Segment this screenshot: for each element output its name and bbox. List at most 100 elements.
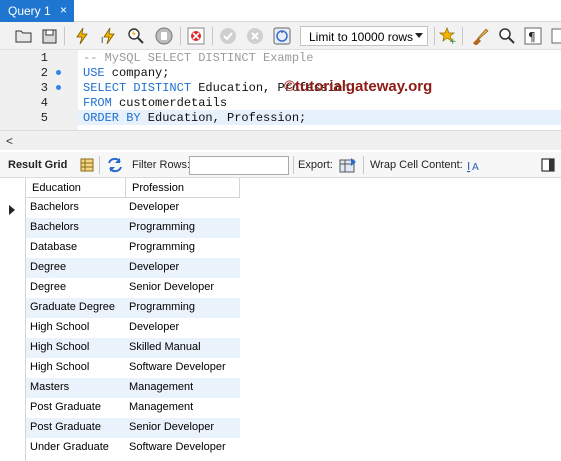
sql-text: customerdetails [111,96,228,110]
toggle-panel-icon[interactable] [539,156,557,174]
result-grid-tab[interactable]: Result Grid [8,159,67,171]
word-wrap-icon[interactable] [548,27,561,45]
svg-text:¶: ¶ [528,30,536,44]
table-row[interactable]: Bachelors Programming [26,218,240,238]
cell-profession: Developer [129,201,180,213]
current-row-arrow-icon [9,205,15,215]
cell-profession: Skilled Manual [129,341,201,353]
cell-profession: Programming [129,221,196,233]
toolbar-separator [363,156,364,174]
toggle-errors-icon[interactable] [187,27,205,45]
table-row[interactable]: Degree Developer [26,258,240,278]
cell-education: Masters [30,381,70,393]
sql-keyword: SELECT DISTINCT [83,81,192,95]
sql-text: Education, Profession; [140,111,307,125]
code-line-4: FROM customerdetails [83,96,227,110]
code-line-5: ORDER BY Education, Profession; [83,111,306,125]
open-folder-icon[interactable] [14,27,32,45]
cell-profession: Senior Developer [129,281,214,293]
table-row[interactable]: Database Programming [26,238,240,258]
toolbar-separator [434,27,435,45]
watermark-text: ©tutorialgateway.org [284,78,433,95]
column-header-profession[interactable]: Profession [126,178,240,198]
svg-text:I: I [467,160,470,173]
table-row[interactable]: Masters Management [26,378,240,398]
table-row[interactable]: Bachelors Developer [26,198,240,218]
grid-view-icon[interactable] [78,156,96,174]
cell-profession: Programming [129,241,196,253]
chevron-down-icon [415,33,423,38]
line-number-gutter: 1 2 3 4 5 [0,50,78,130]
table-row[interactable]: Degree Senior Developer [26,278,240,298]
autocommit-icon[interactable] [273,27,291,45]
sql-text: company; [104,66,170,80]
row-indicator-column [0,178,26,461]
tab-close-icon[interactable]: × [60,3,67,17]
cell-profession: Management [129,381,194,393]
code-line-2: USE company; [83,66,169,80]
cell-education: Database [30,241,78,253]
rollback-icon[interactable] [246,27,264,45]
column-header-education[interactable]: Education [26,178,126,198]
explain-icon[interactable] [127,27,145,45]
cell-profession: Developer [129,261,180,273]
cell-profession: Programming [129,301,196,313]
invisible-chars-icon[interactable]: ¶ [524,27,542,45]
filter-rows-label: Filter Rows: [132,159,191,171]
limit-rows-select[interactable]: Limit to 10000 rows [300,26,428,46]
sql-keyword: USE [83,66,105,80]
cell-education: Graduate Degree [30,301,115,313]
export-label: Export: [298,159,333,171]
line-number: 2 [40,66,48,80]
cell-education: Degree [30,281,67,293]
table-row[interactable]: Post Graduate Management [26,398,240,418]
result-grid: Education Profession Bachelors Developer … [0,178,561,461]
refresh-icon[interactable] [106,156,124,174]
execute-icon[interactable] [73,27,91,45]
cell-profession: Developer [129,321,180,333]
table-row[interactable]: Post Graduate Senior Developer [26,418,240,438]
tab-label: Query 1 [8,4,51,18]
toolbar-separator [64,27,65,45]
brush-icon[interactable] [471,27,489,45]
statement-marker-icon [56,70,61,75]
cell-profession: Senior Developer [129,421,214,433]
wrap-cell-icon[interactable]: IA [464,157,482,175]
tab-query-1[interactable]: Query 1 × [0,0,74,22]
wrap-cell-label: Wrap Cell Content: [370,159,463,171]
line-number: 1 [40,51,48,65]
scroll-left-icon[interactable]: < [6,134,13,148]
save-icon[interactable] [40,27,58,45]
toolbar-separator [99,156,100,174]
table-row[interactable]: High School Software Developer [26,358,240,378]
limit-rows-value: Limit to 10000 rows [309,30,414,44]
tab-bar: Query 1 × [0,0,561,22]
commit-icon[interactable] [219,27,237,45]
find-icon[interactable] [498,27,516,45]
editor-horizontal-scrollbar[interactable]: < [0,130,561,150]
sql-keyword: ORDER BY [83,111,141,125]
svg-text:I: I [101,36,103,45]
export-icon[interactable] [339,156,357,174]
cell-profession: Software Developer [129,361,226,373]
table-row[interactable]: High School Skilled Manual [26,338,240,358]
table-row[interactable]: Under Graduate Software Developer [26,438,240,458]
cell-profession: Software Developer [129,441,226,453]
result-toolbar: Result Grid Filter Rows: Export: Wrap Ce… [0,152,561,178]
cell-education: Bachelors [30,221,79,233]
table-row[interactable]: Graduate Degree Programming [26,298,240,318]
line-number: 4 [40,96,48,110]
cell-education: Under Graduate [30,441,109,453]
toolbar-separator [180,27,181,45]
cell-education: High School [30,341,90,353]
stop-icon[interactable] [155,27,173,45]
cell-education: High School [30,321,90,333]
filter-rows-input[interactable] [189,156,289,175]
svg-text:+: + [449,37,457,45]
table-row[interactable]: High School Developer [26,318,240,338]
execute-current-icon[interactable]: I [100,27,118,45]
cell-profession: Management [129,401,194,413]
beautify-icon[interactable]: + [439,27,457,45]
query-toolbar: I Limit to 10000 rows + ¶ [0,22,561,50]
sql-editor[interactable]: 1 2 3 4 5 -- MySQL SELECT DISTINCT Examp… [0,50,561,130]
